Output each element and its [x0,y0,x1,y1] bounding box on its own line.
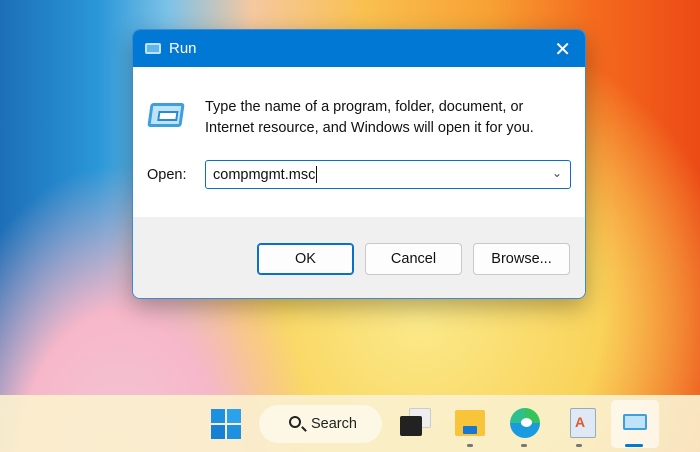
task-view-icon[interactable] [399,406,433,440]
description: Type the name of a program, folder, docu… [205,97,534,139]
dialog-title: Run [169,40,197,57]
run-icon [623,414,647,430]
ok-button[interactable]: OK [257,243,354,275]
search-icon [289,416,301,428]
open-label: Open: [147,167,187,183]
cancel-button[interactable]: Cancel [365,243,462,275]
taskbar: Search A [0,395,700,452]
open-input[interactable]: compmgmt.msc [213,167,315,183]
close-button[interactable]: ✕ [554,37,571,62]
active-indicator [625,444,643,447]
run-taskbar-button[interactable] [611,400,659,448]
description-line-2: Internet resource, and Windows will open… [205,120,534,136]
run-large-icon [147,103,185,127]
browse-button[interactable]: Browse... [473,243,570,275]
microsoft-edge-icon[interactable] [508,406,542,440]
open-combobox[interactable]: compmgmt.msc ⌄ [205,160,571,189]
file-explorer-icon[interactable] [453,406,487,440]
description-line-1: Type the name of a program, folder, docu… [205,99,524,115]
title-bar: Run [133,30,585,67]
search-box[interactable]: Search [259,405,382,443]
running-indicator [576,444,582,447]
run-icon [145,43,161,54]
button-area: OK Cancel Browse... [133,217,585,298]
chevron-down-icon[interactable]: ⌄ [552,166,562,180]
run-dialog: Run ✕ Type the name of a program, folder… [132,29,586,299]
text-cursor [316,166,318,183]
windows-start-icon[interactable] [211,409,241,439]
running-indicator [467,444,473,447]
search-label: Search [311,416,357,432]
running-indicator [521,444,527,447]
wordpad-icon[interactable]: A [566,406,600,440]
